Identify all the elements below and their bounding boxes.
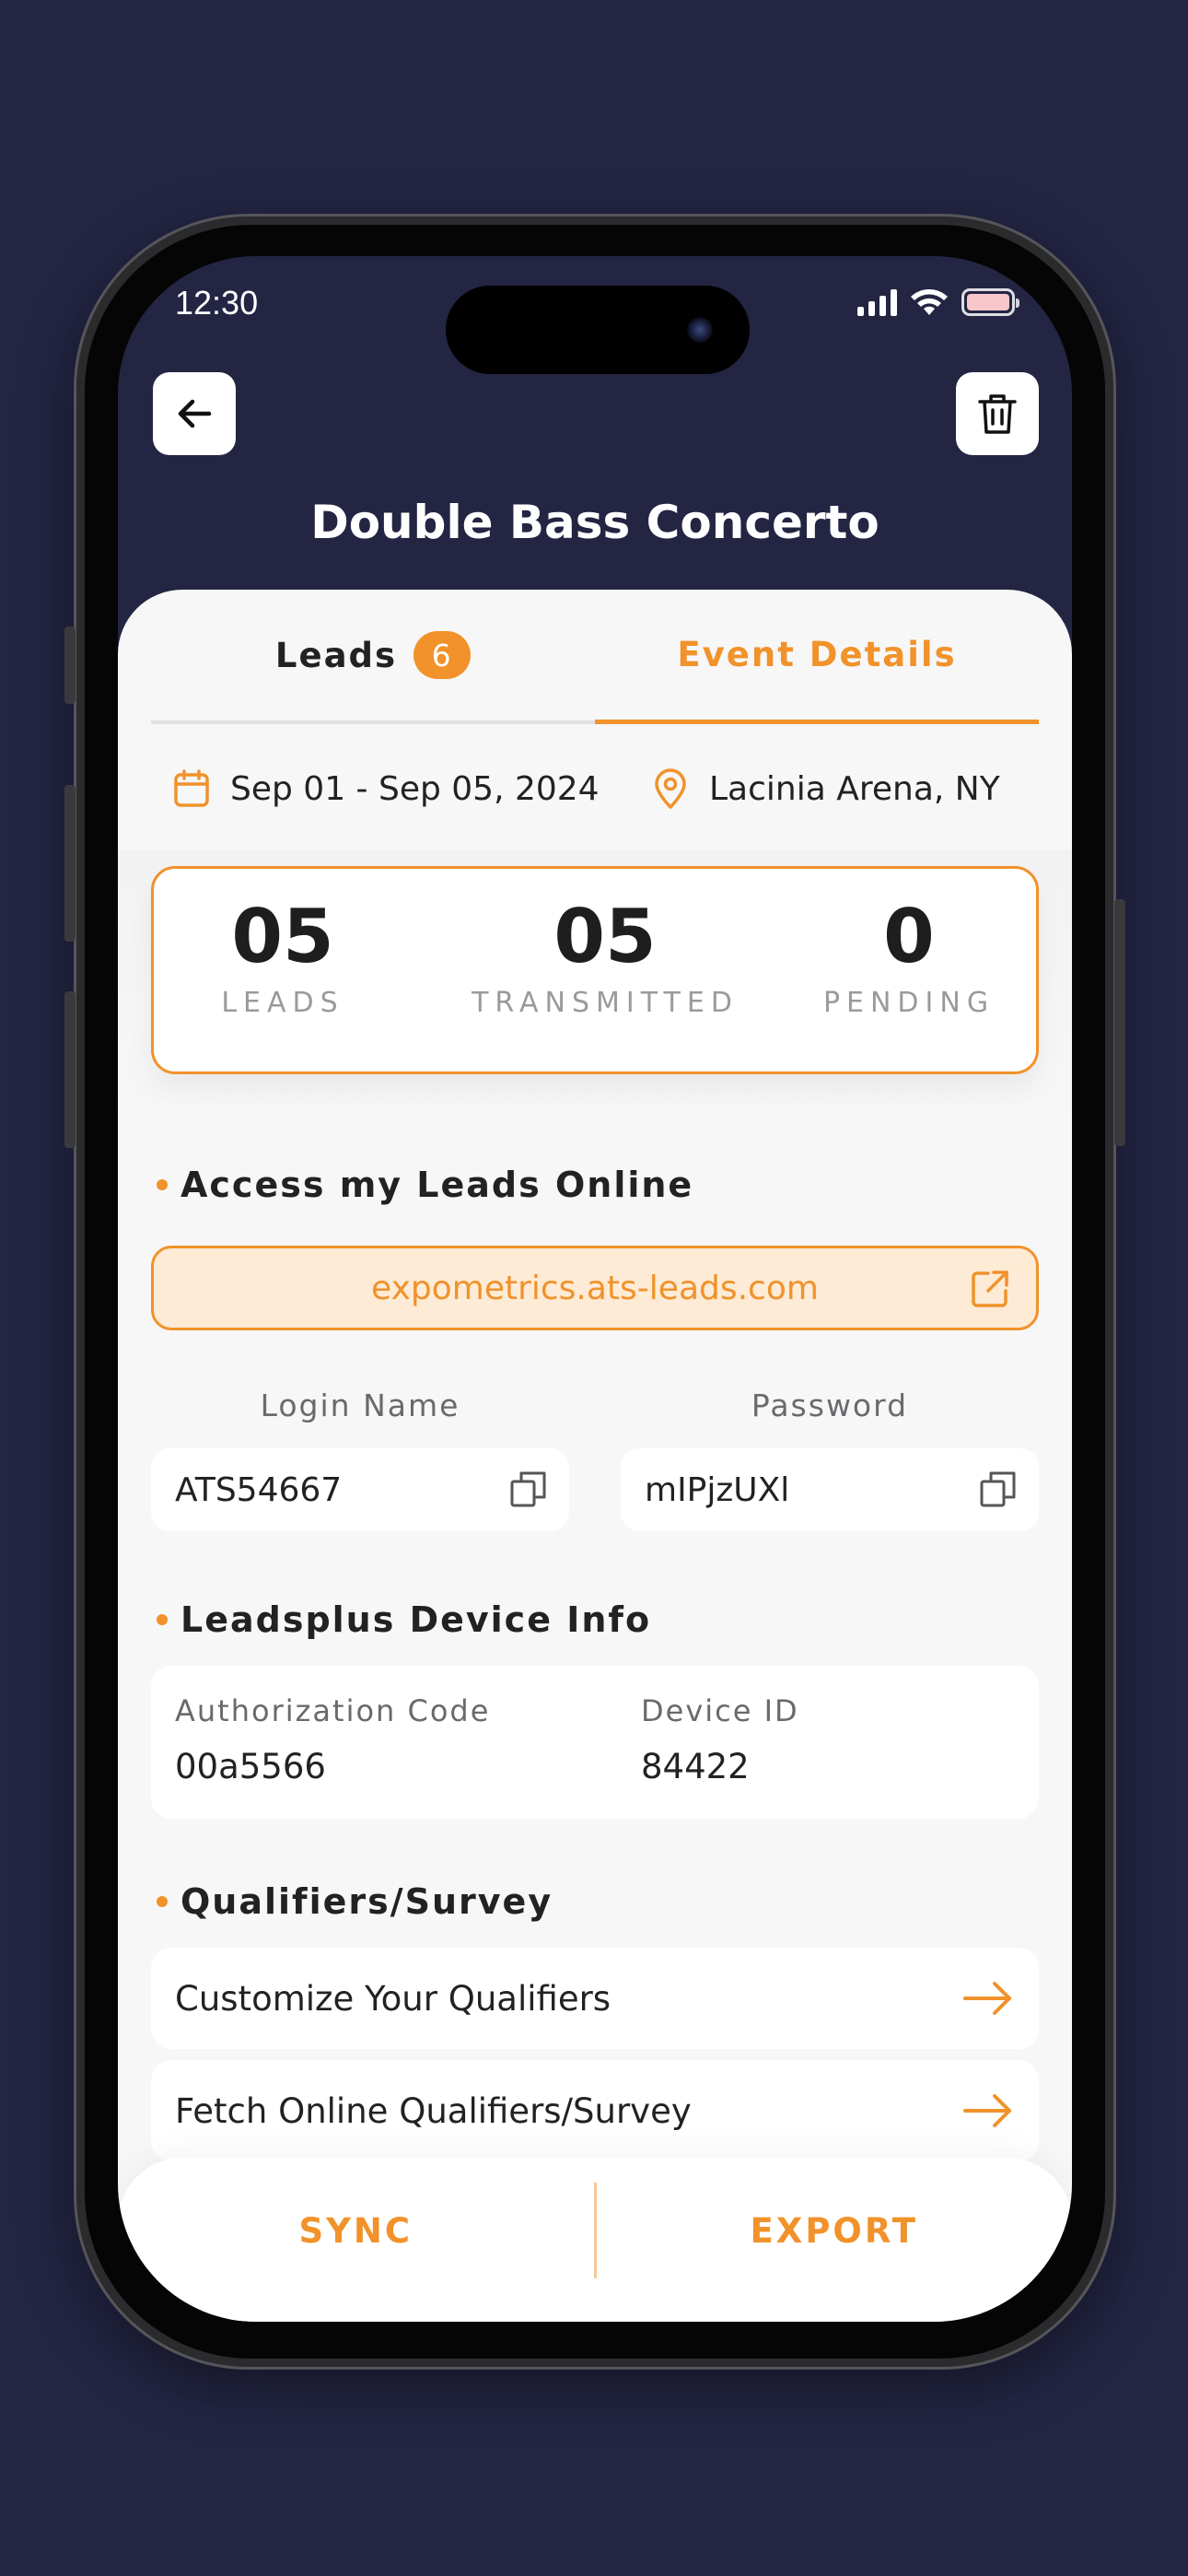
auth-code-value: 00a5566 bbox=[175, 1747, 326, 1786]
tab-leads-label: Leads bbox=[274, 635, 398, 675]
page-title: Double Bass Concerto bbox=[310, 496, 879, 549]
power-button bbox=[1114, 899, 1125, 1146]
copy-icon[interactable] bbox=[978, 1469, 1019, 1509]
volume-down-button bbox=[64, 991, 76, 1148]
stat-leads: 05 LEADS bbox=[181, 894, 384, 1020]
password-value: mIPjzUXl bbox=[645, 1470, 790, 1509]
copy-icon[interactable] bbox=[508, 1469, 549, 1509]
password-field: mIPjzUXl bbox=[621, 1448, 1039, 1531]
stat-pending-value: 0 bbox=[883, 894, 935, 979]
stat-transmitted: 05 TRANSMITTED bbox=[458, 894, 752, 1020]
bottom-action-bar: SYNC EXPORT bbox=[118, 2158, 1072, 2322]
back-button[interactable] bbox=[153, 372, 236, 455]
camera-icon bbox=[687, 317, 713, 343]
stat-leads-label: LEADS bbox=[221, 987, 344, 1019]
dynamic-island bbox=[446, 286, 750, 374]
calendar-icon bbox=[174, 769, 209, 807]
mute-switch bbox=[64, 626, 76, 704]
status-time: 12:30 bbox=[175, 284, 259, 322]
battery-icon bbox=[961, 288, 1019, 316]
delete-button[interactable] bbox=[956, 372, 1039, 455]
event-date-text: Sep 01 - Sep 05, 2024 bbox=[230, 769, 600, 808]
stats-section: 05 LEADS 05 TRANSMITTED 0 PENDING bbox=[118, 849, 1072, 1126]
arrow-right-icon bbox=[963, 1982, 1011, 2015]
device-id-value: 84422 bbox=[641, 1747, 750, 1786]
tab-event-details[interactable]: Event Details bbox=[595, 590, 1039, 724]
phone-screen: 12:30 Double Bass Concerto Leads 6 Event… bbox=[118, 256, 1072, 2322]
wifi-icon bbox=[911, 289, 948, 315]
stat-transmitted-value: 05 bbox=[553, 894, 657, 979]
event-location: Lacinia Arena, NY bbox=[652, 767, 1000, 810]
location-pin-icon bbox=[655, 768, 686, 809]
stat-pending: 0 PENDING bbox=[808, 894, 1010, 1020]
device-section-title: Leadsplus Device Info bbox=[157, 1599, 651, 1640]
volume-up-button bbox=[64, 785, 76, 942]
content-sheet: Leads 6 Event Details Sep 01 - Sep 05, 2… bbox=[118, 590, 1072, 2322]
qualifiers-section-title: Qualifiers/Survey bbox=[157, 1881, 553, 1922]
auth-code: Authorization Code 00a5566 bbox=[175, 1693, 490, 1786]
tab-bar: Leads 6 Event Details bbox=[151, 590, 1039, 724]
bullet-dot bbox=[157, 1179, 168, 1190]
tab-leads[interactable]: Leads 6 bbox=[151, 590, 595, 724]
tab-event-details-label: Event Details bbox=[677, 635, 957, 674]
stats-card: 05 LEADS 05 TRANSMITTED 0 PENDING bbox=[151, 866, 1039, 1074]
event-date: Sep 01 - Sep 05, 2024 bbox=[173, 769, 652, 808]
stat-transmitted-label: TRANSMITTED bbox=[472, 987, 739, 1019]
bullet-dot bbox=[157, 1614, 168, 1625]
export-button[interactable]: EXPORT bbox=[597, 2158, 1073, 2322]
event-location-text: Lacinia Arena, NY bbox=[709, 769, 1000, 808]
device-section-title-text: Leadsplus Device Info bbox=[181, 1599, 652, 1640]
sync-button[interactable]: SYNC bbox=[118, 2158, 594, 2322]
customize-qualifiers-label: Customize Your Qualifiers bbox=[175, 1978, 611, 2019]
event-meta: Sep 01 - Sep 05, 2024 Lacinia Arena, NY bbox=[173, 761, 1044, 816]
qualifiers-section-title-text: Qualifiers/Survey bbox=[181, 1881, 553, 1922]
status-icons bbox=[857, 287, 1019, 317]
stat-pending-label: PENDING bbox=[822, 987, 996, 1019]
fetch-qualifiers-row[interactable]: Fetch Online Qualifiers/Survey bbox=[151, 2060, 1039, 2161]
password-label: Password bbox=[751, 1388, 909, 1423]
fetch-qualifiers-label: Fetch Online Qualifiers/Survey bbox=[175, 2090, 692, 2131]
device-id: Device ID 84422 bbox=[641, 1693, 799, 1786]
customize-qualifiers-row[interactable]: Customize Your Qualifiers bbox=[151, 1948, 1039, 2049]
signal-icon bbox=[857, 288, 897, 316]
auth-code-label: Authorization Code bbox=[175, 1693, 491, 1728]
login-name-field: ATS54667 bbox=[151, 1448, 569, 1531]
back-arrow-icon bbox=[178, 399, 212, 428]
access-section-title-text: Access my Leads Online bbox=[181, 1165, 694, 1205]
leads-count-badge: 6 bbox=[413, 631, 472, 679]
arrow-right-icon bbox=[963, 2094, 1011, 2127]
trash-icon bbox=[978, 394, 1017, 434]
login-name-value: ATS54667 bbox=[175, 1470, 343, 1509]
stat-leads-value: 05 bbox=[231, 894, 334, 979]
external-link-icon[interactable] bbox=[968, 1267, 1012, 1311]
leads-portal-link[interactable]: expometrics.ats-leads.com bbox=[151, 1246, 1039, 1330]
access-section-title: Access my Leads Online bbox=[157, 1165, 693, 1205]
leads-portal-url: expometrics.ats-leads.com bbox=[371, 1269, 819, 1307]
device-info-card: Authorization Code 00a5566 Device ID 844… bbox=[151, 1666, 1039, 1819]
device-id-label: Device ID bbox=[641, 1693, 799, 1728]
login-name-label: Login Name bbox=[260, 1388, 460, 1423]
bullet-dot bbox=[157, 1896, 168, 1907]
